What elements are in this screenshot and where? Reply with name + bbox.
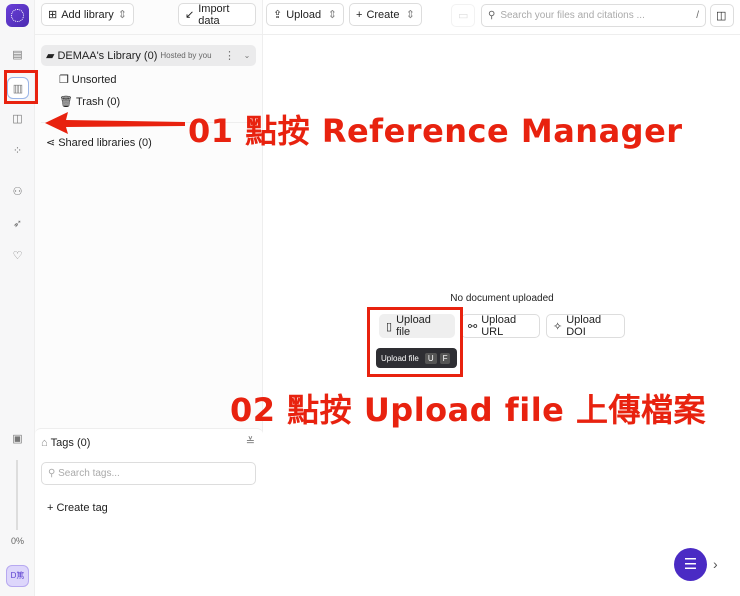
library-item[interactable]: ▰ DEMAA's Library (0) Hosted by you ⋮ ⌄ bbox=[41, 45, 256, 66]
plugin-icon[interactable]: ♡ bbox=[9, 248, 26, 265]
create-tag-button[interactable]: + Create tag bbox=[47, 502, 108, 514]
chevron-updown-icon: ⇕ bbox=[117, 9, 127, 21]
storage-progress-bar bbox=[16, 460, 18, 530]
search-icon: ⚲ bbox=[488, 10, 496, 21]
add-folder-icon: ⊞ bbox=[48, 9, 58, 21]
chevron-right-icon[interactable]: › bbox=[713, 556, 718, 572]
unsorted-item[interactable]: ❐ Unsorted bbox=[59, 73, 117, 87]
plus-icon: + bbox=[356, 8, 363, 21]
library-sidebar: ⊞ Add library ⇕ ↙ Import data ▰ DEMAA's Libr… bbox=[35, 0, 263, 596]
search-icon: ⚲ bbox=[48, 468, 56, 479]
collapse-icon[interactable]: ≚ bbox=[246, 435, 255, 448]
chevron-updown-icon: ⇕ bbox=[405, 9, 415, 21]
upload-doi-button[interactable]: ✧ Upload DOI bbox=[546, 314, 625, 338]
add-library-button[interactable]: ⊞ Add library ⇕ bbox=[41, 3, 134, 26]
panel-icon: ◫ bbox=[716, 10, 727, 22]
app-logo[interactable] bbox=[6, 4, 29, 27]
import-data-button[interactable]: ↙ Import data bbox=[178, 3, 256, 27]
more-icon[interactable]: ⋮ bbox=[224, 49, 235, 62]
upload-button[interactable]: ⇪ Upload ⇕ bbox=[266, 3, 344, 26]
trash-item[interactable]: 🗑 Trash (0) bbox=[59, 95, 120, 109]
link-icon: ⚯ bbox=[468, 320, 478, 333]
empty-state-text: No document uploaded bbox=[450, 293, 554, 304]
sparkle-icon: ✧ bbox=[553, 320, 563, 333]
shared-libraries-item[interactable]: ⋖ Shared libraries (0) bbox=[46, 136, 152, 150]
comment-button[interactable]: ▭ bbox=[451, 4, 475, 27]
tags-panel: ⌂ Tags (0) ≚ ⚲ Search tags... + Create tag bbox=[35, 428, 263, 596]
rocket-icon[interactable]: ➶ bbox=[9, 216, 26, 233]
trash-icon: 🗑 bbox=[59, 96, 73, 108]
plus-icon: + bbox=[47, 502, 54, 514]
tags-search-input[interactable]: ⚲ Search tags... bbox=[41, 462, 256, 485]
folder-icon: ▰ bbox=[46, 50, 55, 62]
toggle-panel-button[interactable]: ◫ bbox=[710, 4, 734, 27]
create-button[interactable]: + Create ⇕ bbox=[349, 3, 422, 26]
share-icon: ⋖ bbox=[46, 137, 56, 149]
chat-support-button[interactable]: ☰ bbox=[674, 548, 707, 581]
media-icon[interactable]: ▣ bbox=[9, 431, 26, 448]
annotation-step1: 01 點按 Reference Manager bbox=[188, 112, 683, 150]
users-icon[interactable]: ⚇ bbox=[9, 184, 26, 201]
chat-icon: ☰ bbox=[683, 556, 698, 573]
avatar[interactable]: D篤 bbox=[6, 565, 29, 587]
comment-icon: ▭ bbox=[458, 10, 469, 22]
highlight-box-reference-manager bbox=[4, 70, 38, 104]
search-input[interactable]: ⚲ Search your files and citations ... / bbox=[481, 4, 706, 27]
upload-url-button[interactable]: ⚯ Upload URL bbox=[461, 314, 540, 338]
annotation-arrow bbox=[45, 112, 185, 134]
tags-header: ⌂ Tags (0) bbox=[41, 437, 91, 449]
apps-icon[interactable]: ⁘ bbox=[9, 143, 26, 160]
upload-icon: ⇪ bbox=[273, 9, 283, 21]
annotation-step2: 02 點按 Upload file 上傳檔案 bbox=[230, 391, 707, 429]
tag-icon: ⌂ bbox=[41, 437, 48, 449]
storage-percent: 0% bbox=[10, 536, 24, 546]
divider bbox=[263, 34, 740, 35]
divider bbox=[35, 34, 262, 35]
chat-icon[interactable]: ◫ bbox=[9, 111, 26, 128]
chevron-down-icon[interactable]: ⌄ bbox=[238, 51, 256, 60]
highlight-box-upload-file bbox=[367, 307, 463, 377]
copy-icon: ❐ bbox=[59, 74, 69, 86]
chevron-updown-icon: ⇕ bbox=[327, 9, 337, 21]
documents-icon[interactable]: ▤ bbox=[9, 47, 26, 64]
import-icon: ↙ bbox=[185, 9, 195, 21]
